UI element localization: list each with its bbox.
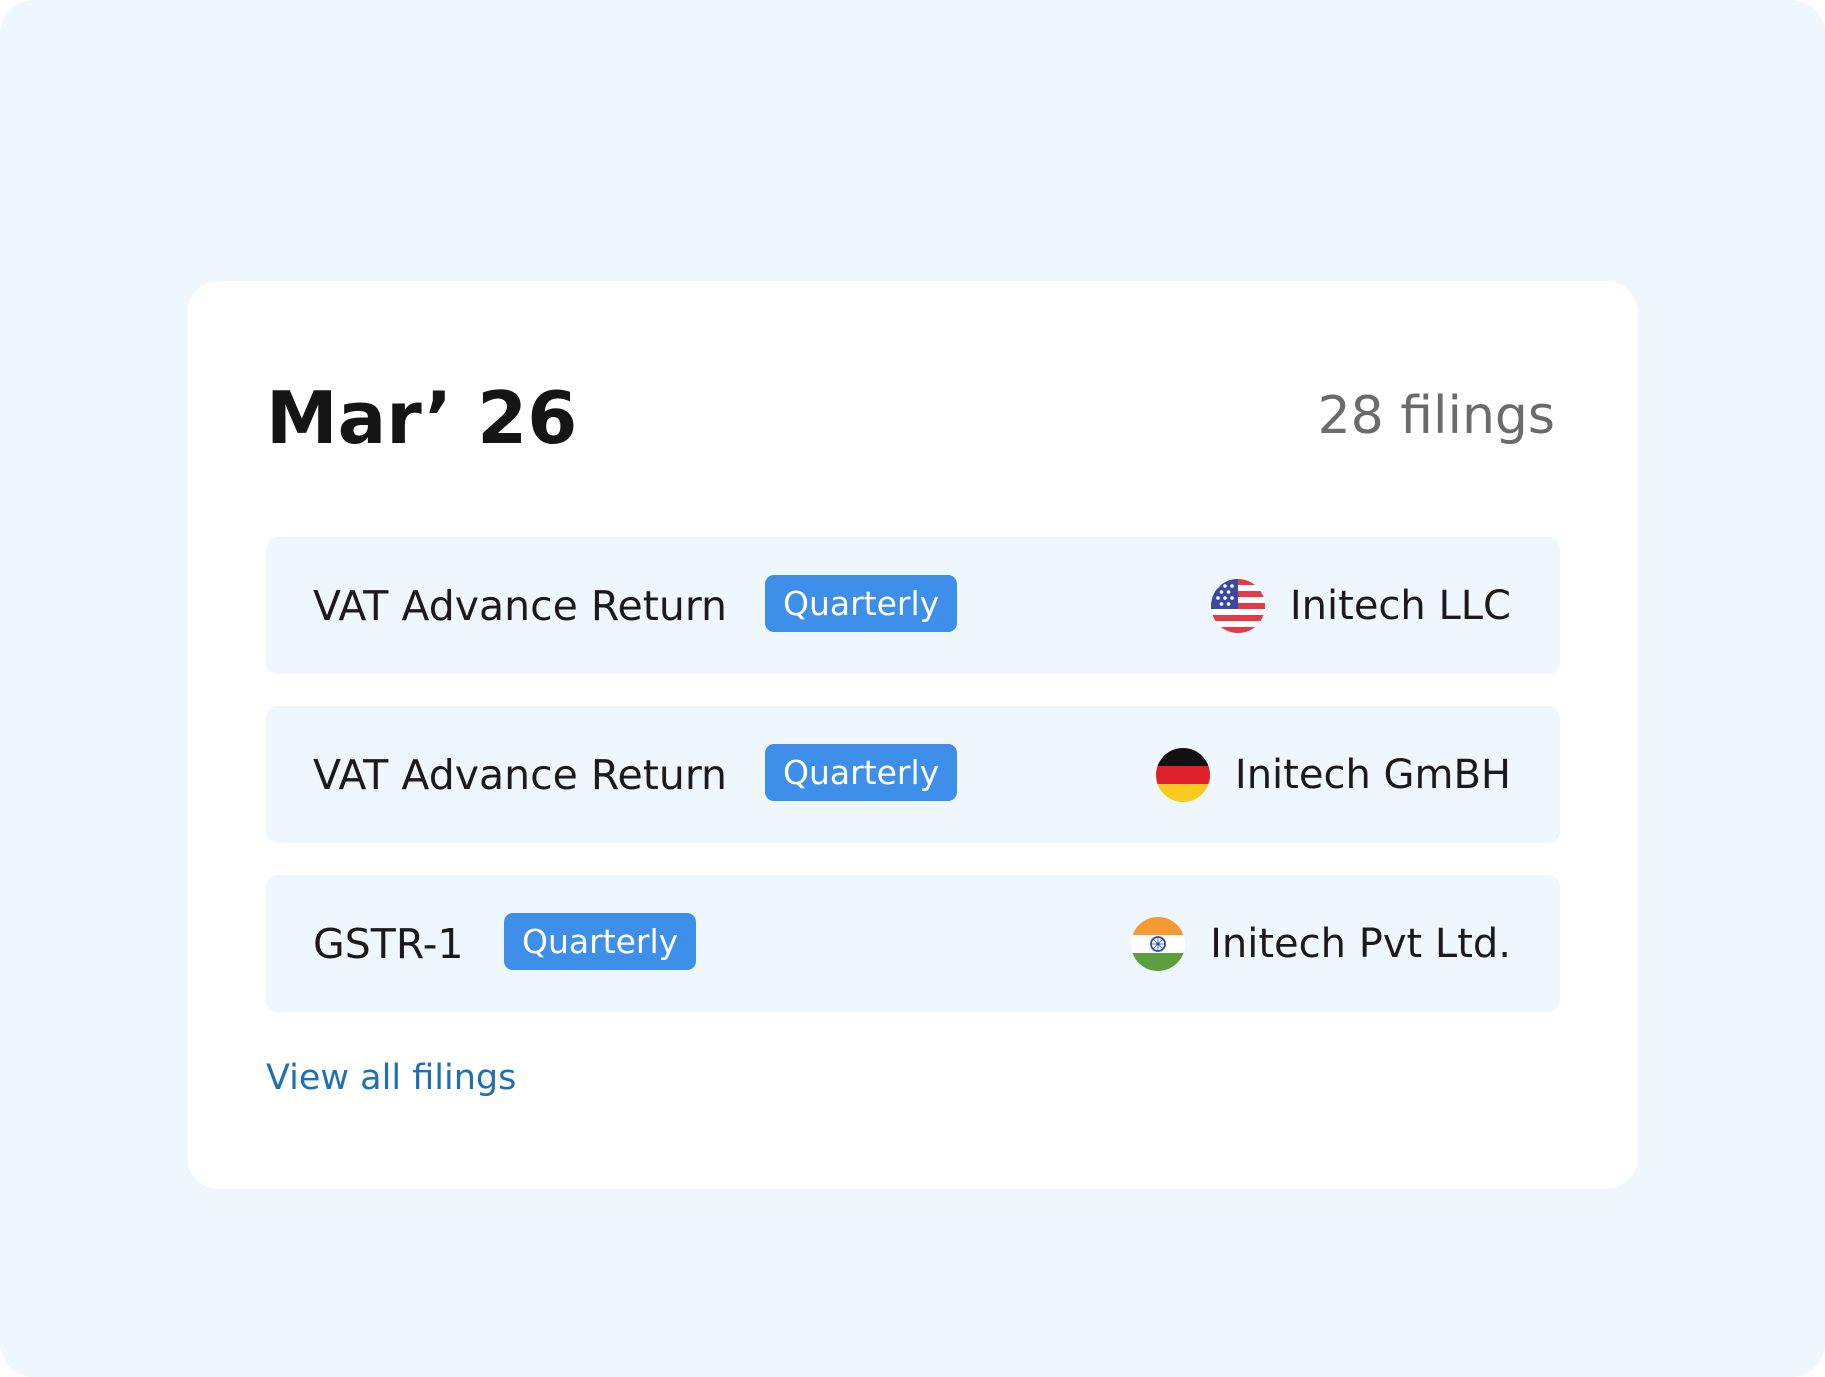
filing-name: VAT Advance Return <box>313 581 727 630</box>
frequency-badge: Quarterly <box>504 913 697 970</box>
entity-name: Initech LLC <box>1289 582 1511 629</box>
frequency-badge: Quarterly <box>765 575 958 632</box>
filing-row[interactable]: VAT Advance Return Quarterly <box>266 706 1560 843</box>
filings-count: 28 filings <box>1317 386 1555 446</box>
entity-name: Initech GmBH <box>1234 751 1511 798</box>
filing-name: VAT Advance Return <box>313 750 727 799</box>
us-flag-icon <box>1210 578 1265 633</box>
entity: Initech Pvt Ltd. <box>1131 916 1511 971</box>
entity-name: Initech Pvt Ltd. <box>1210 920 1511 967</box>
india-flag-icon <box>1131 916 1186 971</box>
entity: Initech GmBH <box>1155 747 1511 802</box>
filing-row[interactable]: VAT Advance Return Quarterly <box>266 537 1560 674</box>
filing-name: GSTR-1 <box>313 919 464 968</box>
entity: Initech LLC <box>1210 578 1511 633</box>
view-all-filings-link[interactable]: View all filings <box>266 1054 516 1102</box>
filings-card: Mar’ 26 28 filings VAT Advance Return Qu… <box>187 281 1638 1189</box>
filing-row[interactable]: GSTR-1 Quarterly Initech Pvt Ltd. <box>266 875 1560 1012</box>
frequency-badge: Quarterly <box>765 744 958 801</box>
page-background: Mar’ 26 28 filings VAT Advance Return Qu… <box>0 0 1825 1377</box>
germany-flag-icon <box>1155 747 1210 802</box>
month-title: Mar’ 26 <box>266 376 578 460</box>
filing-list: VAT Advance Return Quarterly Initech LLC… <box>266 537 1560 1044</box>
